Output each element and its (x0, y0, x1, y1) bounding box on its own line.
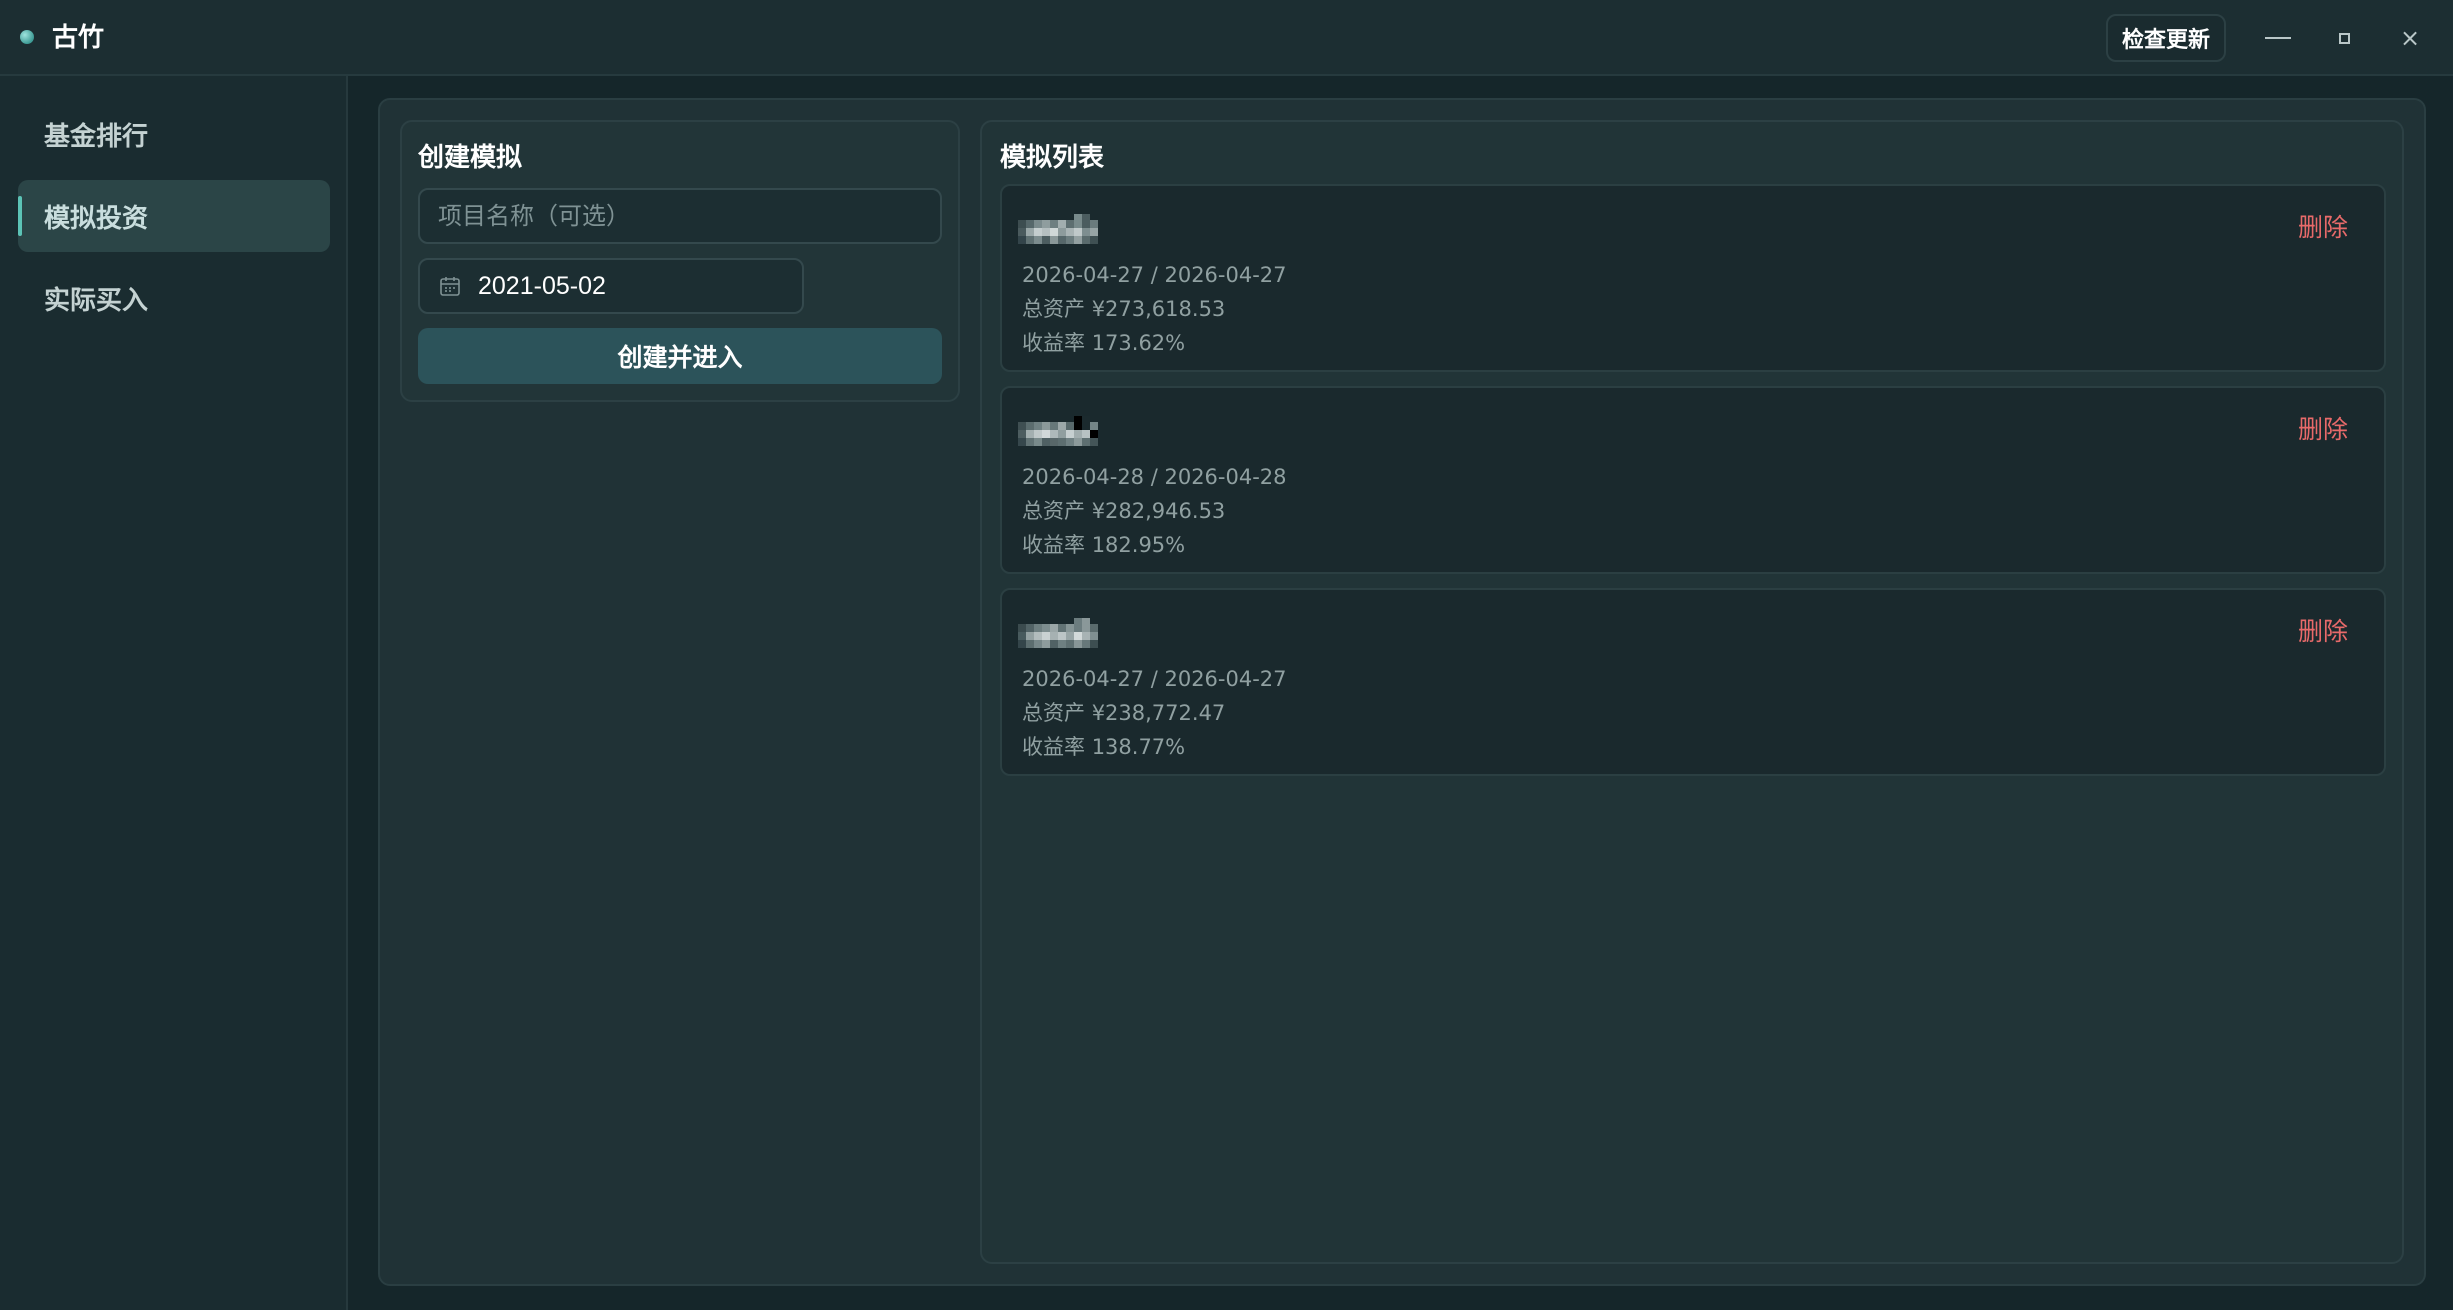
create-simulation-heading: 创建模拟 (418, 143, 523, 173)
simulation-date-range: 2026-04-28 / 2026-04-28 (1022, 465, 1287, 489)
sidebar-item-simulated-investment[interactable]: 模拟投资 (18, 180, 330, 252)
total-assets-label: 总资产 (1022, 701, 1085, 725)
sidebar-item-label: 模拟投资 (44, 203, 149, 234)
simulation-list-item[interactable]: 删除 2026-04-27 / 2026-04-27 总资产 ¥238,772.… (1000, 588, 2386, 776)
project-name-input[interactable] (418, 188, 942, 244)
return-rate-label: 收益率 (1022, 735, 1085, 759)
total-assets-value: ¥282,946.53 (1091, 499, 1226, 523)
delete-button[interactable]: 删除 (2298, 210, 2348, 246)
create-and-enter-button[interactable]: 创建并进入 (418, 328, 942, 384)
simulation-date-range: 2026-04-27 / 2026-04-27 (1022, 667, 1287, 691)
calendar-icon (440, 277, 460, 296)
minimize-icon (2265, 37, 2291, 39)
simulation-return-rate: 收益率 182.95% (1022, 530, 1185, 560)
sidebar-item-label: 实际买入 (44, 285, 149, 316)
app-logo-icon (20, 30, 34, 44)
close-icon: × (2399, 24, 2421, 52)
return-rate-value: 173.62% (1091, 331, 1186, 355)
simulation-list-item[interactable]: 删除 2026-04-28 / 2026-04-28 总资产 ¥282,946.… (1000, 386, 2386, 574)
delete-button[interactable]: 删除 (2298, 614, 2348, 650)
simulation-return-rate: 收益率 138.77% (1022, 732, 1185, 762)
return-rate-value: 138.77% (1091, 735, 1186, 759)
total-assets-label: 总资产 (1022, 297, 1085, 321)
maximize-icon (2338, 32, 2350, 44)
total-assets-value: ¥273,618.53 (1091, 297, 1226, 321)
redacted-name-image (1018, 214, 1098, 244)
title-bar: 古竹 检查更新 × (0, 0, 2453, 76)
app-title: 古竹 (52, 23, 105, 53)
redacted-name-image (1018, 416, 1098, 446)
minimize-button[interactable] (2250, 14, 2306, 62)
sidebar-item-label: 基金排行 (44, 121, 149, 152)
simulation-total-assets: 总资产 ¥282,946.53 (1022, 496, 1225, 526)
sidebar-item-actual-purchase[interactable]: 实际买入 (18, 262, 330, 334)
sidebar: 基金排行 模拟投资 实际买入 (0, 76, 348, 1310)
redacted-name-image (1018, 618, 1098, 648)
total-assets-label: 总资产 (1022, 499, 1085, 523)
total-assets-value: ¥238,772.47 (1091, 701, 1226, 725)
simulation-total-assets: 总资产 ¥238,772.47 (1022, 698, 1225, 728)
return-rate-label: 收益率 (1022, 331, 1085, 355)
sidebar-item-fund-ranking[interactable]: 基金排行 (18, 98, 330, 170)
simulation-list-heading: 模拟列表 (1000, 143, 1105, 173)
return-rate-label: 收益率 (1022, 533, 1085, 557)
start-date-picker[interactable]: 2021-05-02 (418, 258, 804, 314)
delete-button[interactable]: 删除 (2298, 412, 2348, 448)
return-rate-value: 182.95% (1091, 533, 1186, 557)
simulation-total-assets: 总资产 ¥273,618.53 (1022, 294, 1225, 324)
simulation-list-item[interactable]: 删除 2026-04-27 / 2026-04-27 总资产 ¥273,618.… (1000, 184, 2386, 372)
check-update-button[interactable]: 检查更新 (2106, 14, 2226, 62)
maximize-button[interactable] (2316, 14, 2372, 62)
start-date-value: 2021-05-02 (478, 271, 606, 300)
simulation-return-rate: 收益率 173.62% (1022, 328, 1185, 358)
close-button[interactable]: × (2382, 14, 2438, 62)
simulation-date-range: 2026-04-27 / 2026-04-27 (1022, 263, 1287, 287)
